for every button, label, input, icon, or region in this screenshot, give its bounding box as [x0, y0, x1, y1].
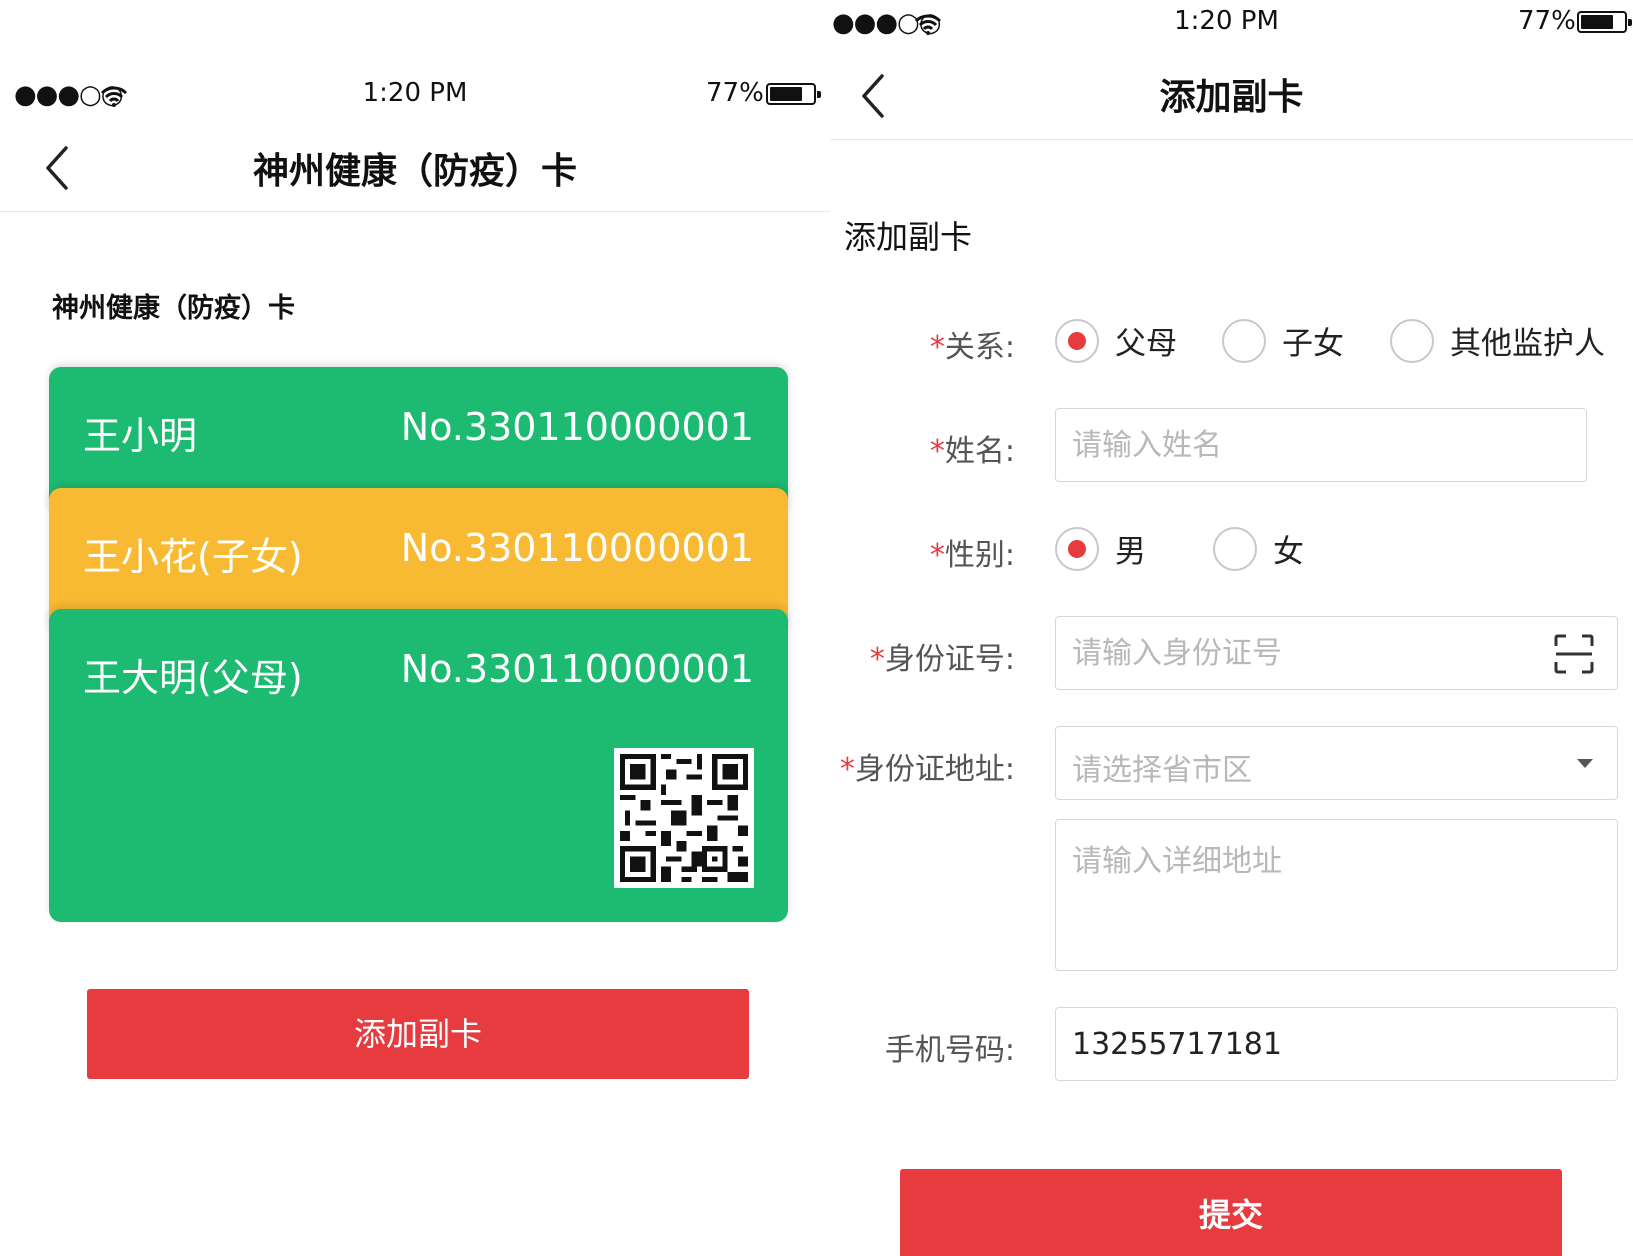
- battery-percentage: 77%: [1518, 6, 1576, 36]
- required-marker: *: [929, 330, 945, 365]
- phone-field[interactable]: [1055, 1007, 1618, 1081]
- navigation-bar: 神州健康（防疫）卡: [0, 128, 830, 212]
- add-secondary-card-button[interactable]: 添加副卡: [87, 989, 749, 1079]
- relation-label: *关系:: [929, 330, 1015, 365]
- radio-unselected-icon: [1213, 526, 1257, 571]
- name-input[interactable]: [1056, 409, 1586, 481]
- required-marker: *: [839, 752, 855, 787]
- radio-label: 女: [1273, 534, 1304, 570]
- radio-label: 子女: [1282, 326, 1344, 362]
- radio-selected-icon: [1055, 318, 1099, 363]
- radio-label: 父母: [1115, 326, 1177, 362]
- gender-label: *性别:: [929, 538, 1015, 573]
- health-card-screen: ●●●○○ 1:20 PM 77% 神州健康（防疫）卡 神州健康（防疫）卡 王小…: [0, 0, 830, 1256]
- phone-label: 手机号码:: [884, 1033, 1015, 1068]
- form-heading: 添加副卡: [844, 218, 973, 256]
- radio-label: 男: [1115, 534, 1146, 570]
- radio-unselected-icon: [1222, 318, 1266, 363]
- status-bar: ●●●○○ 1:20 PM 77%: [0, 72, 830, 120]
- detail-address-field[interactable]: [1055, 819, 1618, 971]
- required-marker: *: [929, 538, 945, 573]
- card-number: No.330110000001: [400, 647, 754, 691]
- phone-input[interactable]: [1056, 1008, 1617, 1080]
- dropdown-caret-icon: [1577, 759, 1593, 768]
- section-heading: 神州健康（防疫）卡: [52, 293, 295, 324]
- radio-label: 其他监护人: [1450, 326, 1605, 362]
- nav-divider: [830, 139, 1633, 140]
- required-marker: *: [929, 434, 945, 469]
- detail-address-input[interactable]: [1056, 820, 1617, 970]
- relation-option-children[interactable]: 子女: [1222, 318, 1344, 363]
- card-holder-name: 王小明: [83, 414, 198, 458]
- region-select[interactable]: 请选择省市区: [1055, 726, 1618, 800]
- card-holder-name: 王小花(子女): [83, 535, 303, 579]
- status-bar: ●●●○○ 1:20 PM 77%: [830, 0, 1633, 48]
- name-label: *姓名:: [929, 434, 1015, 469]
- required-marker: *: [869, 642, 885, 677]
- status-time: 1:20 PM: [1174, 6, 1279, 36]
- nav-divider: [0, 211, 830, 212]
- relation-option-guardian[interactable]: 其他监护人: [1390, 318, 1605, 363]
- health-card-parent[interactable]: 王大明(父母) No.330110000001: [49, 609, 788, 922]
- battery-icon: [1577, 11, 1632, 33]
- add-card-screen: ●●●○○ 1:20 PM 77% 添加副卡 添加副卡 *关系: 父母 子女 其…: [830, 0, 1633, 1256]
- submit-button[interactable]: 提交: [900, 1169, 1562, 1256]
- battery-percentage: 77%: [706, 78, 764, 108]
- radio-unselected-icon: [1390, 318, 1434, 363]
- id-address-label: *身份证地址:: [839, 752, 1015, 787]
- qr-code[interactable]: [614, 748, 754, 888]
- card-number: No.330110000001: [400, 405, 754, 449]
- navigation-bar: 添加副卡: [830, 56, 1633, 140]
- name-field[interactable]: [1055, 408, 1587, 482]
- gender-option-male[interactable]: 男: [1055, 526, 1146, 571]
- id-number-input[interactable]: [1056, 617, 1617, 689]
- battery-icon: [766, 83, 821, 105]
- relation-option-parents[interactable]: 父母: [1055, 318, 1177, 363]
- page-title: 神州健康（防疫）卡: [252, 151, 577, 192]
- scan-icon[interactable]: [1553, 633, 1595, 675]
- id-number-field[interactable]: [1055, 616, 1618, 690]
- card-holder-name: 王大明(父母): [83, 656, 303, 700]
- radio-selected-icon: [1055, 526, 1099, 571]
- region-select-placeholder: 请选择省市区: [1072, 753, 1252, 788]
- gender-option-female[interactable]: 女: [1213, 526, 1304, 571]
- page-title: 添加副卡: [1159, 77, 1304, 118]
- id-number-label: *身份证号:: [869, 642, 1015, 677]
- card-number: No.330110000001: [400, 526, 754, 570]
